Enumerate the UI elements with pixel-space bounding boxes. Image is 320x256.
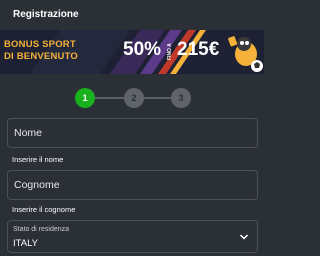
residenza-label: Stato di residenza [13, 226, 70, 233]
nome-input[interactable] [8, 119, 257, 147]
residenza-select[interactable]: Stato di residenza ITALY [7, 220, 258, 253]
banner-line-1: BONUS SPORT [4, 39, 76, 50]
cognome-hint: Inserire il cognome [12, 205, 76, 214]
step-1: 1 [75, 88, 95, 108]
banner-percent: 50% [123, 39, 162, 60]
nome-field[interactable] [7, 118, 258, 148]
cognome-field[interactable] [7, 170, 258, 200]
promo-banner[interactable]: BONUS SPORT DI BENVENUTO 50% FINO A 215€ [0, 30, 264, 74]
banner-fino-a: FINO A [167, 43, 173, 60]
stepper: 1 2 3 [0, 86, 264, 110]
cognome-input[interactable] [8, 171, 257, 199]
banner-amount: 215€ [177, 39, 220, 60]
chevron-down-icon [239, 234, 249, 240]
banner-line-2: DI BENVENUTO [4, 51, 79, 62]
page-title: Registrazione [13, 9, 79, 20]
mascot-icon [228, 36, 263, 72]
header: Registrazione [0, 0, 264, 30]
step-3: 3 [171, 88, 191, 108]
nome-hint: Inserire il nome [12, 155, 64, 164]
residenza-value: ITALY [13, 238, 38, 249]
step-2: 2 [124, 88, 144, 108]
step-connector [144, 97, 172, 99]
step-connector [95, 97, 125, 99]
